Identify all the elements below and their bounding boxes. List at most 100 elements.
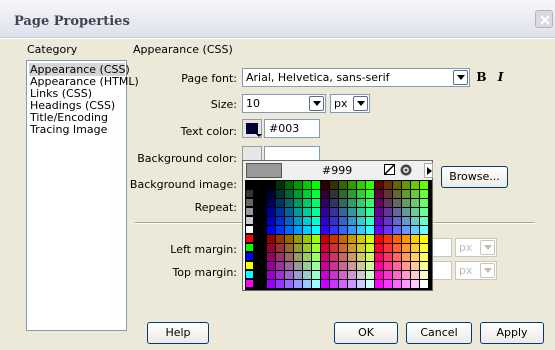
palette-swatch[interactable] <box>294 235 302 243</box>
palette-swatch[interactable] <box>267 199 275 207</box>
palette-swatch[interactable] <box>357 208 365 216</box>
palette-swatch[interactable] <box>339 190 347 198</box>
palette-swatch[interactable] <box>357 262 365 270</box>
palette-swatch[interactable] <box>276 181 284 189</box>
palette-swatch[interactable] <box>420 181 428 189</box>
palette-swatch[interactable] <box>384 208 392 216</box>
category-list[interactable]: Appearance (CSS) Appearance (HTML) Links… <box>26 60 139 331</box>
palette-swatch[interactable] <box>246 199 253 206</box>
palette-swatch[interactable] <box>285 262 293 270</box>
palette-swatch[interactable] <box>330 244 338 252</box>
top-margin-unit-select[interactable]: px <box>455 261 497 280</box>
palette-swatch[interactable] <box>330 190 338 198</box>
palette-swatch[interactable] <box>348 235 356 243</box>
palette-swatch[interactable] <box>276 217 284 225</box>
palette-swatch[interactable] <box>402 280 410 288</box>
palette-swatch[interactable] <box>246 208 253 215</box>
palette-swatch[interactable] <box>384 217 392 225</box>
palette-swatch[interactable] <box>246 226 253 233</box>
palette-swatch[interactable] <box>285 280 293 288</box>
palette-swatch[interactable] <box>384 190 392 198</box>
palette-swatch[interactable] <box>402 235 410 243</box>
palette-swatch[interactable] <box>312 199 320 207</box>
palette-swatch[interactable] <box>321 262 329 270</box>
palette-swatch[interactable] <box>246 244 253 251</box>
palette-swatch[interactable] <box>276 199 284 207</box>
palette-swatch[interactable] <box>366 217 374 225</box>
palette-swatch[interactable] <box>267 181 275 189</box>
palette-swatch[interactable] <box>303 181 311 189</box>
palette-swatch[interactable] <box>321 190 329 198</box>
palette-swatch[interactable] <box>267 208 275 216</box>
palette-swatch[interactable] <box>348 217 356 225</box>
palette-swatch[interactable] <box>294 253 302 261</box>
no-color-icon[interactable] <box>384 164 395 175</box>
palette-swatch[interactable] <box>375 235 383 243</box>
palette-swatch[interactable] <box>321 253 329 261</box>
palette-swatch[interactable] <box>246 235 253 242</box>
text-color-swatch[interactable] <box>242 119 262 138</box>
palette-swatch[interactable] <box>246 253 253 260</box>
page-font-select[interactable]: Arial, Helvetica, sans-serif <box>242 68 470 87</box>
palette-swatch[interactable] <box>285 199 293 207</box>
palette-swatch[interactable] <box>366 199 374 207</box>
palette-swatch[interactable] <box>339 244 347 252</box>
color-picker-popup[interactable]: #999 <box>242 160 433 291</box>
palette-swatch[interactable] <box>321 181 329 189</box>
palette-swatch[interactable] <box>303 253 311 261</box>
palette-swatch[interactable] <box>246 271 253 278</box>
palette-swatch[interactable] <box>411 253 419 261</box>
palette-swatch[interactable] <box>375 217 383 225</box>
palette-swatch[interactable] <box>303 262 311 270</box>
palette-swatch[interactable] <box>375 262 383 270</box>
palette-swatch[interactable] <box>375 190 383 198</box>
palette-swatch[interactable] <box>321 199 329 207</box>
palette-swatch[interactable] <box>366 262 374 270</box>
palette-swatch[interactable] <box>303 226 311 234</box>
palette-swatch[interactable] <box>303 235 311 243</box>
palette-swatch[interactable] <box>339 271 347 279</box>
palette-swatch[interactable] <box>330 262 338 270</box>
palette-swatch[interactable] <box>375 199 383 207</box>
palette-swatch[interactable] <box>348 271 356 279</box>
palette-swatch[interactable] <box>357 217 365 225</box>
palette-swatch[interactable] <box>339 208 347 216</box>
palette-swatch[interactable] <box>366 181 374 189</box>
palette-swatch[interactable] <box>357 199 365 207</box>
palette-swatch[interactable] <box>267 244 275 252</box>
palette-swatch[interactable] <box>402 199 410 207</box>
left-margin-input[interactable] <box>432 238 452 257</box>
palette-menu-button[interactable] <box>424 163 433 178</box>
top-margin-unit-dropdown[interactable] <box>480 263 495 278</box>
palette-swatch[interactable] <box>267 280 275 288</box>
palette-swatch[interactable] <box>276 253 284 261</box>
size-dropdown-button[interactable] <box>309 96 324 111</box>
palette-swatch[interactable] <box>420 262 428 270</box>
palette-swatch[interactable] <box>339 181 347 189</box>
palette-swatch[interactable] <box>402 181 410 189</box>
ok-button[interactable]: OK <box>334 322 398 344</box>
palette-swatch[interactable] <box>420 253 428 261</box>
palette-swatch[interactable] <box>294 199 302 207</box>
palette-swatch[interactable] <box>420 271 428 279</box>
palette-swatch[interactable] <box>246 262 253 269</box>
palette-swatch[interactable] <box>393 244 401 252</box>
palette-swatch[interactable] <box>294 208 302 216</box>
size-unit-select[interactable]: px <box>330 94 370 113</box>
palette-swatch[interactable] <box>339 217 347 225</box>
left-margin-unit-select[interactable]: px <box>455 238 497 257</box>
palette-swatch[interactable] <box>384 244 392 252</box>
palette-swatch[interactable] <box>312 280 320 288</box>
palette-swatch[interactable] <box>303 190 311 198</box>
palette-swatch[interactable] <box>330 271 338 279</box>
palette-swatch[interactable] <box>348 244 356 252</box>
palette-swatch[interactable] <box>348 226 356 234</box>
palette-swatch[interactable] <box>303 280 311 288</box>
palette-swatch[interactable] <box>285 271 293 279</box>
palette-swatch[interactable] <box>384 271 392 279</box>
palette-swatch[interactable] <box>294 244 302 252</box>
palette-swatch[interactable] <box>267 226 275 234</box>
palette-swatch[interactable] <box>267 190 275 198</box>
palette-swatch[interactable] <box>330 253 338 261</box>
palette-swatch[interactable] <box>393 217 401 225</box>
